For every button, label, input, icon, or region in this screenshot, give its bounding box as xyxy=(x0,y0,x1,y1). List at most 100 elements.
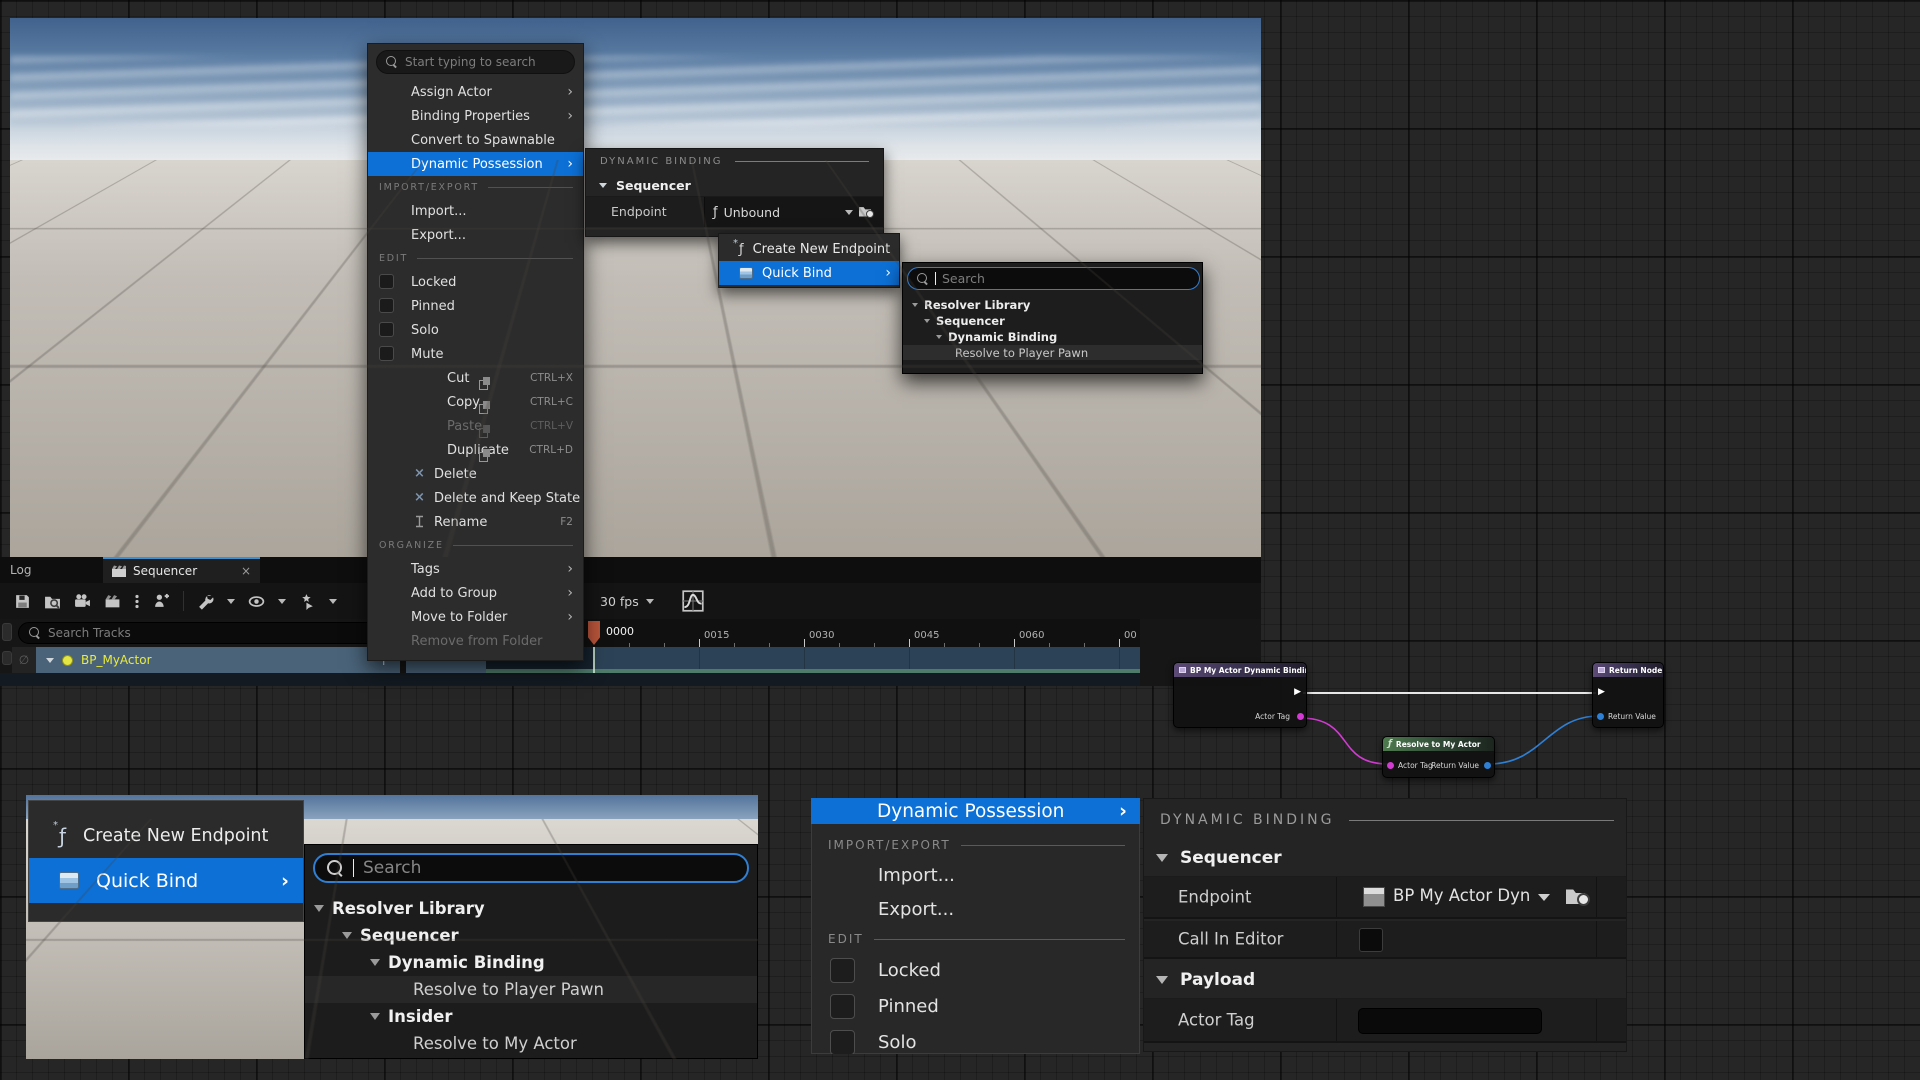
menu-item-add-to-group[interactable]: Add to Group› xyxy=(368,581,583,605)
endpoint-dropdown[interactable]: ƒ Unbound xyxy=(704,197,883,227)
menu-item-move-to-folder[interactable]: Move to Folder› xyxy=(368,605,583,629)
tree-item-sequencer[interactable]: Sequencer xyxy=(903,313,1202,328)
timeline-ruler[interactable]: 0015 0030 0045 0060 00 0000 xyxy=(560,619,1140,647)
chevron-down-icon[interactable] xyxy=(845,210,853,215)
wrench-chevron-icon[interactable] xyxy=(227,599,235,604)
tree-item-dynamic-binding[interactable]: Dynamic Binding xyxy=(305,949,757,976)
node-return-node[interactable]: Return Node ▶ Return Value xyxy=(1592,662,1664,728)
fps-dropdown[interactable]: 30 fps xyxy=(600,583,654,619)
menu-item-pinned[interactable]: Pinned xyxy=(368,294,583,318)
quick-bind-search-field[interactable] xyxy=(313,853,749,883)
menu-item-quick-bind[interactable]: Quick Bind › xyxy=(29,858,303,903)
menu-item-delete[interactable]: ×Delete xyxy=(368,462,583,486)
playback-chevron-icon[interactable] xyxy=(329,599,337,604)
render-movie-icon[interactable] xyxy=(104,593,121,610)
node-header[interactable]: Return Node xyxy=(1593,663,1663,677)
playhead-marker[interactable] xyxy=(588,621,600,645)
category-sequencer[interactable]: Sequencer xyxy=(586,174,883,197)
menu-item-remove-from-folder[interactable]: Remove from Folder xyxy=(368,629,583,653)
expand-triangle-icon[interactable] xyxy=(46,658,54,663)
category-payload[interactable]: Payload xyxy=(1144,961,1626,999)
quick-bind-search-input[interactable] xyxy=(363,858,735,878)
menu-item-import[interactable]: Import... xyxy=(368,199,583,223)
menu-item-export[interactable]: Export... xyxy=(812,892,1139,926)
endpoint-value[interactable]: BP My Actor Dyna xyxy=(1393,886,1531,905)
mute-deactivate-cell[interactable]: ∅ xyxy=(12,647,36,673)
collapse-triangle-icon[interactable] xyxy=(1156,976,1168,984)
node-resolve-to-my-actor[interactable]: ƒ Resolve to My Actor Actor Tag Return V… xyxy=(1382,736,1495,778)
solo-checkbox[interactable] xyxy=(830,1030,855,1055)
tree-item-resolver-library[interactable]: Resolver Library xyxy=(903,297,1202,312)
menu-item-pinned[interactable]: Pinned xyxy=(812,988,1139,1024)
menu-item-binding-properties[interactable]: Binding Properties› xyxy=(368,104,583,128)
node-bp-my-actor-dynamic-binding[interactable]: BP My Actor Dynamic Binding 1 ▶ Actor Ta… xyxy=(1173,662,1307,728)
save-icon[interactable] xyxy=(14,593,31,610)
mute-checkbox[interactable] xyxy=(379,346,394,361)
solo-checkbox[interactable] xyxy=(379,322,394,337)
return-value-input-pin[interactable] xyxy=(1597,713,1604,720)
category-sequencer[interactable]: Sequencer xyxy=(1144,839,1626,877)
exec-input-pin[interactable]: ▶ xyxy=(1598,688,1605,697)
collapse-triangle-icon[interactable] xyxy=(912,303,918,307)
tree-item-insider[interactable]: Insider xyxy=(305,1003,757,1030)
menu-item-locked[interactable]: Locked xyxy=(812,952,1139,988)
menu-item-duplicate[interactable]: DuplicateCTRL+D xyxy=(368,438,583,462)
collapse-triangle-icon[interactable] xyxy=(1156,854,1168,862)
menu-item-assign-actor[interactable]: Assign Actor› xyxy=(368,80,583,104)
quick-bind-search-input[interactable] xyxy=(942,271,1190,286)
menu-item-copy[interactable]: CopyCTRL+C xyxy=(368,390,583,414)
tab-close-icon[interactable]: × xyxy=(241,564,251,578)
menu-item-mute[interactable]: Mute xyxy=(368,342,583,366)
call-in-editor-checkbox[interactable] xyxy=(1359,928,1383,952)
browse-icon[interactable] xyxy=(859,206,875,219)
tab-log[interactable]: Log xyxy=(10,557,31,583)
menu-item-export[interactable]: Export... xyxy=(368,223,583,247)
menu-item-cut[interactable]: CutCTRL+X xyxy=(368,366,583,390)
node-header[interactable]: BP My Actor Dynamic Binding 1 xyxy=(1174,663,1306,677)
tree-item-resolver-library[interactable]: Resolver Library xyxy=(305,895,757,922)
actor-hierarchy-icon[interactable] xyxy=(153,593,170,610)
eye-icon[interactable] xyxy=(248,593,265,610)
menu-item-paste[interactable]: PasteCTRL+V xyxy=(368,414,583,438)
collapse-triangle-icon[interactable] xyxy=(314,905,324,912)
menu-search-input[interactable] xyxy=(405,55,565,69)
menu-item-rename[interactable]: RenameF2 xyxy=(368,510,583,534)
collapse-triangle-icon[interactable] xyxy=(342,932,352,939)
menu-item-import[interactable]: Import... xyxy=(812,858,1139,892)
collapse-triangle-icon[interactable] xyxy=(370,959,380,966)
curve-editor-icon[interactable] xyxy=(682,590,704,612)
quick-bind-search-field[interactable] xyxy=(907,267,1200,290)
chevron-down-icon[interactable] xyxy=(1538,894,1550,901)
menu-search-field[interactable] xyxy=(376,50,575,74)
menu-item-create-new-endpoint[interactable]: ƒ Create New Endpoint xyxy=(719,237,899,261)
browse-icon[interactable] xyxy=(1566,887,1590,907)
actor-tag-input-pin[interactable] xyxy=(1387,762,1394,769)
actor-tag-input[interactable] xyxy=(1358,1008,1542,1034)
menu-item-locked[interactable]: Locked xyxy=(368,270,583,294)
track-header-bp-myactor[interactable]: BP_MyActor + xyxy=(36,647,400,673)
collapse-triangle-icon[interactable] xyxy=(924,319,930,323)
return-value-output-pin[interactable] xyxy=(1484,762,1491,769)
locked-checkbox[interactable] xyxy=(830,958,855,983)
menu-item-dynamic-possession[interactable]: Dynamic Possession› xyxy=(368,152,583,176)
wrench-icon[interactable] xyxy=(197,593,214,610)
menu-item-delete-keep-state[interactable]: ×Delete and Keep State xyxy=(368,486,583,510)
menu-item-quick-bind[interactable]: Quick Bind › xyxy=(719,261,899,285)
panel-stub[interactable] xyxy=(2,623,12,641)
menu-item-solo[interactable]: Solo xyxy=(812,1024,1139,1054)
menu-item-solo[interactable]: Solo xyxy=(368,318,583,342)
tree-item-sequencer[interactable]: Sequencer xyxy=(305,922,757,949)
collapse-triangle-icon[interactable] xyxy=(936,335,942,339)
tab-sequencer[interactable]: Sequencer × xyxy=(103,557,260,583)
tree-item-resolve-to-my-actor[interactable]: Resolve to My Actor xyxy=(305,1030,757,1057)
menu-item-dynamic-possession[interactable]: Dynamic Possession › xyxy=(811,798,1140,824)
tree-item-resolve-to-player-pawn[interactable]: Resolve to Player Pawn xyxy=(305,976,757,1003)
menu-item-create-new-endpoint[interactable]: ƒ Create New Endpoint xyxy=(29,813,303,858)
node-header[interactable]: ƒ Resolve to My Actor xyxy=(1383,737,1494,751)
collapse-triangle-icon[interactable] xyxy=(599,183,607,188)
exec-output-pin[interactable]: ▶ xyxy=(1294,688,1301,697)
pinned-checkbox[interactable] xyxy=(830,994,855,1019)
kebab-menu-icon[interactable] xyxy=(134,593,140,610)
locked-checkbox[interactable] xyxy=(379,274,394,289)
pinned-checkbox[interactable] xyxy=(379,298,394,313)
